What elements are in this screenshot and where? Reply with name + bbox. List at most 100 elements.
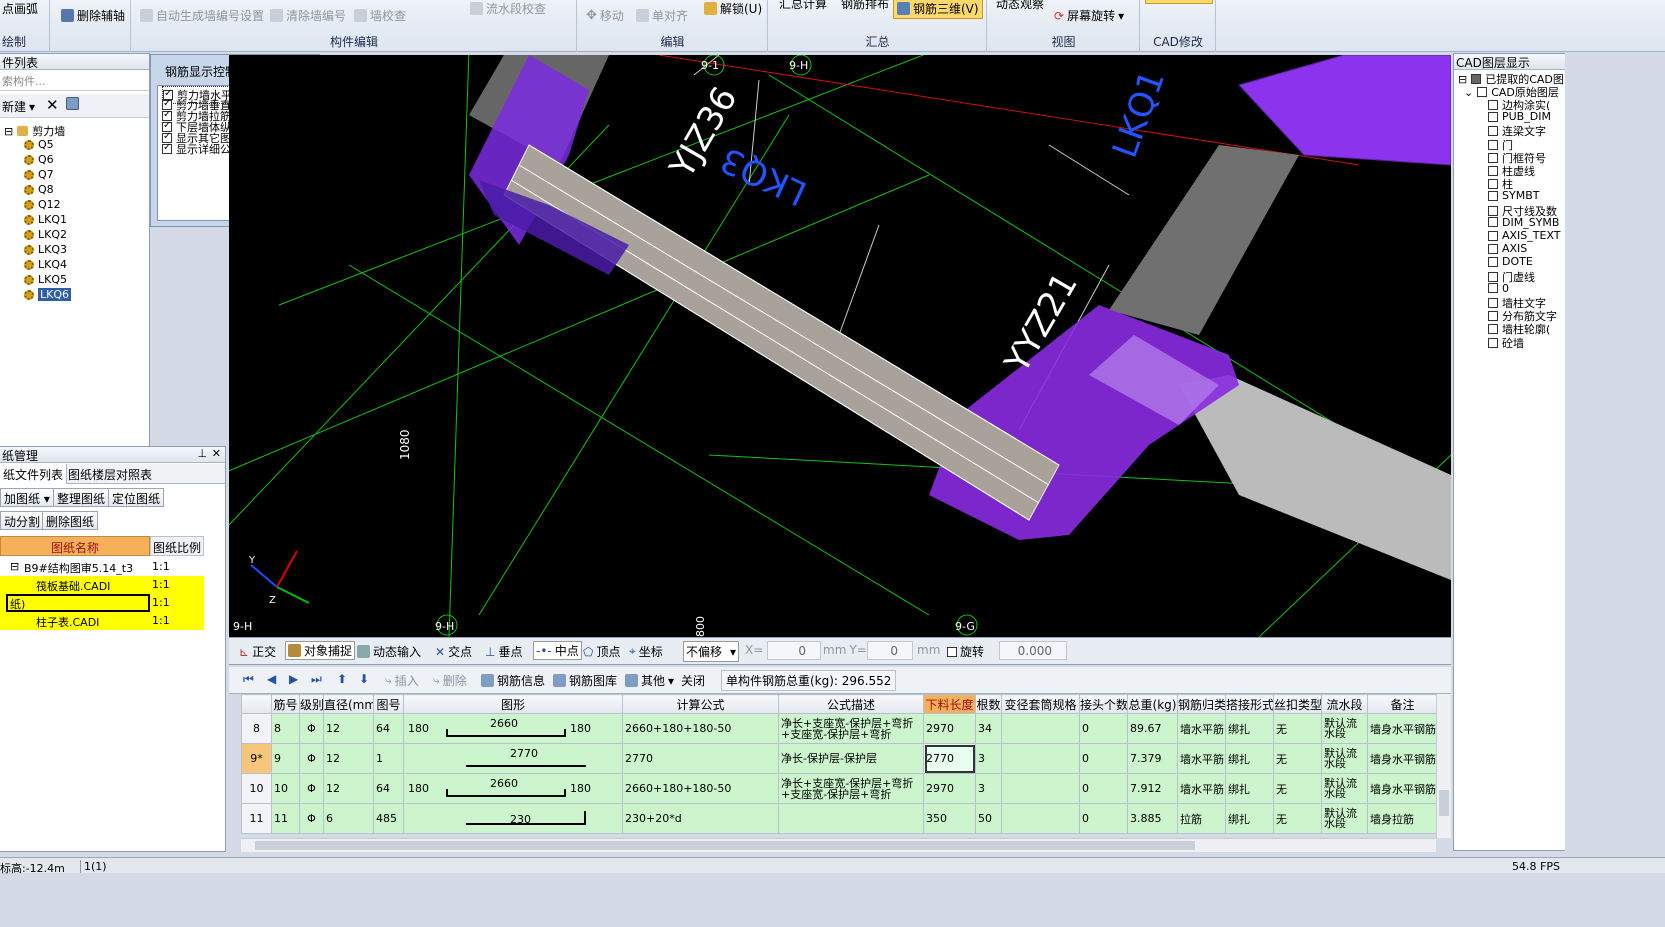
- cell-lap[interactable]: 绑扎: [1225, 773, 1274, 804]
- cell-diameter[interactable]: 6: [323, 803, 374, 834]
- cell-cut-length[interactable]: 350: [923, 803, 976, 834]
- offset-select[interactable]: 不偏移 ▾: [683, 641, 739, 662]
- checkbox-icon[interactable]: [1488, 324, 1498, 335]
- auto-gen-wall-no-button[interactable]: 自动生成墙编号设置: [140, 7, 264, 24]
- wall-check-button[interactable]: 墙校查: [354, 7, 406, 24]
- copy-component-icon[interactable]: [66, 97, 79, 110]
- tree-item[interactable]: Q5: [24, 138, 54, 151]
- checkbox-icon[interactable]: [1488, 256, 1498, 267]
- drawing-name-edit-cell[interactable]: 纸): [6, 594, 150, 612]
- cell-weight[interactable]: 7.379: [1127, 743, 1178, 774]
- cell-count[interactable]: 34: [975, 713, 1002, 744]
- cell-shape[interactable]: 2770: [403, 743, 623, 774]
- move-down-button[interactable]: ⬇: [359, 672, 369, 686]
- tree-item[interactable]: Q12: [24, 198, 61, 211]
- cell-cut-length[interactable]: 2970: [923, 713, 976, 744]
- cad-layer-item[interactable]: 0: [1488, 282, 1509, 295]
- add-drawing-button[interactable]: 加图纸 ▾: [0, 488, 54, 507]
- next-row-button[interactable]: ▶: [289, 672, 298, 686]
- last-row-button[interactable]: ⏭: [311, 672, 322, 687]
- ortho-toggle[interactable]: ⊾ 正交: [239, 643, 276, 660]
- table-row[interactable]: 9* 9 Φ 12 1 2770 2770 净长-保护层-保护层 2770 3 0 7.379 墙水平筋…: [241, 743, 1438, 774]
- y-coord-input[interactable]: 0: [867, 641, 913, 660]
- cad-layer-item[interactable]: 砼墙: [1488, 335, 1524, 351]
- tree-item[interactable]: LKQ5: [24, 273, 67, 286]
- delete-drawing-button[interactable]: 删除图纸: [42, 511, 99, 530]
- cell-cut-length[interactable]: 2970: [923, 773, 976, 804]
- checkbox-icon[interactable]: [1488, 139, 1498, 150]
- cell-shape[interactable]: 230: [403, 803, 623, 834]
- coordinate-snap[interactable]: ⌖ 坐标: [629, 643, 663, 660]
- pin-icon[interactable]: ⊥: [197, 447, 207, 460]
- cell-lap[interactable]: 绑扎: [1225, 803, 1274, 834]
- single-align-button[interactable]: 单对齐: [636, 7, 688, 24]
- vertex-snap[interactable]: ⬠ 顶点: [583, 643, 620, 660]
- locate-drawing-button[interactable]: 定位图纸: [108, 488, 165, 507]
- row-header[interactable]: 9*: [241, 743, 272, 774]
- tree-item[interactable]: Q6: [24, 153, 54, 166]
- cad-edit-button[interactable]: [1145, 0, 1213, 4]
- dynamic-input-toggle[interactable]: 动态输入: [357, 643, 421, 660]
- cell-sleeve[interactable]: [1001, 803, 1080, 834]
- close-grid-button[interactable]: 关闭: [681, 672, 705, 689]
- col-header[interactable]: 级别: [299, 694, 324, 714]
- cell-bar-no[interactable]: 8: [271, 713, 300, 744]
- cell-count[interactable]: 3: [975, 773, 1002, 804]
- cell-diameter[interactable]: 12: [323, 743, 374, 774]
- checkbox-icon[interactable]: [1488, 283, 1498, 294]
- component-search-input[interactable]: 索构件...: [0, 71, 149, 91]
- scrollbar-thumb[interactable]: [1439, 790, 1449, 816]
- cell-formula-desc[interactable]: 净长-保护层-保护层: [778, 743, 924, 774]
- tree-root-shear-wall[interactable]: ⊟ 剪力墙: [4, 123, 65, 139]
- 3d-viewport[interactable]: YJZ36 LKQ3 YYZ21 LKQ1 9-1 9-H 1080 9-H 9…: [229, 55, 1451, 637]
- table-row[interactable]: 10 10 Φ 12 64 180 2660 180 2660+180+180-50 净长+支座宽…: [241, 773, 1438, 804]
- checkbox-icon[interactable]: [947, 646, 957, 657]
- cell-thread[interactable]: 无: [1273, 713, 1322, 744]
- summary-calc-button[interactable]: 汇总计算: [779, 0, 827, 12]
- cell-formula-desc[interactable]: 净长+支座宽-保护层+弯折+支座宽-保护层+弯折: [778, 773, 924, 804]
- unlock-button[interactable]: 解锁(U): [704, 0, 762, 17]
- cell-shape[interactable]: 180 2660 180: [403, 773, 623, 804]
- cell-bar-no[interactable]: 9: [271, 743, 300, 774]
- cad-layer-item[interactable]: SYMBT: [1488, 189, 1539, 202]
- cell-count[interactable]: 50: [975, 803, 1002, 834]
- manual-split-button[interactable]: 动分割: [0, 511, 45, 530]
- col-header[interactable]: 下料长度: [923, 694, 976, 714]
- object-snap-toggle[interactable]: 对象捕捉: [285, 641, 356, 660]
- perpendicular-snap[interactable]: ⊥ 垂点: [485, 643, 522, 660]
- checkbox-icon[interactable]: [1488, 217, 1498, 228]
- cell-grade[interactable]: Φ: [299, 713, 324, 744]
- tree-item[interactable]: LKQ4: [24, 258, 67, 271]
- clear-wall-no-button[interactable]: 清除墙编号: [270, 7, 346, 24]
- tree-item[interactable]: LKQ2: [24, 228, 67, 241]
- screen-rotate-button[interactable]: ⟳ 屏幕旋转 ▾: [1054, 7, 1124, 24]
- cell-formula[interactable]: 2770: [622, 743, 779, 774]
- cell-thread[interactable]: 无: [1273, 803, 1322, 834]
- cell-bar-no[interactable]: 10: [271, 773, 300, 804]
- cell-flow[interactable]: 默认流水段: [1321, 773, 1368, 804]
- other-menu-button[interactable]: 其他 ▾: [625, 672, 674, 689]
- insert-row-button[interactable]: ⤷ 插入: [385, 672, 419, 689]
- col-header-drawing-ratio[interactable]: 图纸比例: [150, 536, 204, 556]
- organize-drawing-button[interactable]: 整理图纸: [53, 488, 110, 507]
- cell-formula[interactable]: 2660+180+180-50: [622, 773, 779, 804]
- cell-formula[interactable]: 2660+180+180-50: [622, 713, 779, 744]
- cell-note[interactable]: 墙身水平钢筋: [1367, 743, 1438, 774]
- close-icon[interactable]: ✕: [212, 447, 221, 460]
- col-header[interactable]: 图形: [403, 694, 623, 714]
- cell-grade[interactable]: Φ: [299, 773, 324, 804]
- cell-category[interactable]: 墙水平筋: [1177, 713, 1226, 744]
- delete-component-icon[interactable]: ✕: [46, 96, 59, 114]
- cell-flow[interactable]: 默认流水段: [1321, 803, 1368, 834]
- checkbox-icon[interactable]: [1488, 337, 1498, 348]
- checkbox-icon[interactable]: [1488, 298, 1498, 308]
- cell-category[interactable]: 墙水平筋: [1177, 773, 1226, 804]
- cell-weight[interactable]: 89.67: [1127, 713, 1178, 744]
- cell-figure-no[interactable]: 485: [373, 803, 404, 834]
- table-row[interactable]: 8 8 Φ 12 64 180 2660 180 2660+180+180-50 净长+支座宽-保…: [241, 713, 1438, 744]
- row-header[interactable]: 10: [241, 773, 272, 804]
- checkbox-icon[interactable]: [162, 142, 172, 154]
- grid-horizontal-scrollbar[interactable]: [241, 838, 1436, 852]
- cell-flow[interactable]: 默认流水段: [1321, 713, 1368, 744]
- x-coord-input[interactable]: 0: [767, 641, 821, 660]
